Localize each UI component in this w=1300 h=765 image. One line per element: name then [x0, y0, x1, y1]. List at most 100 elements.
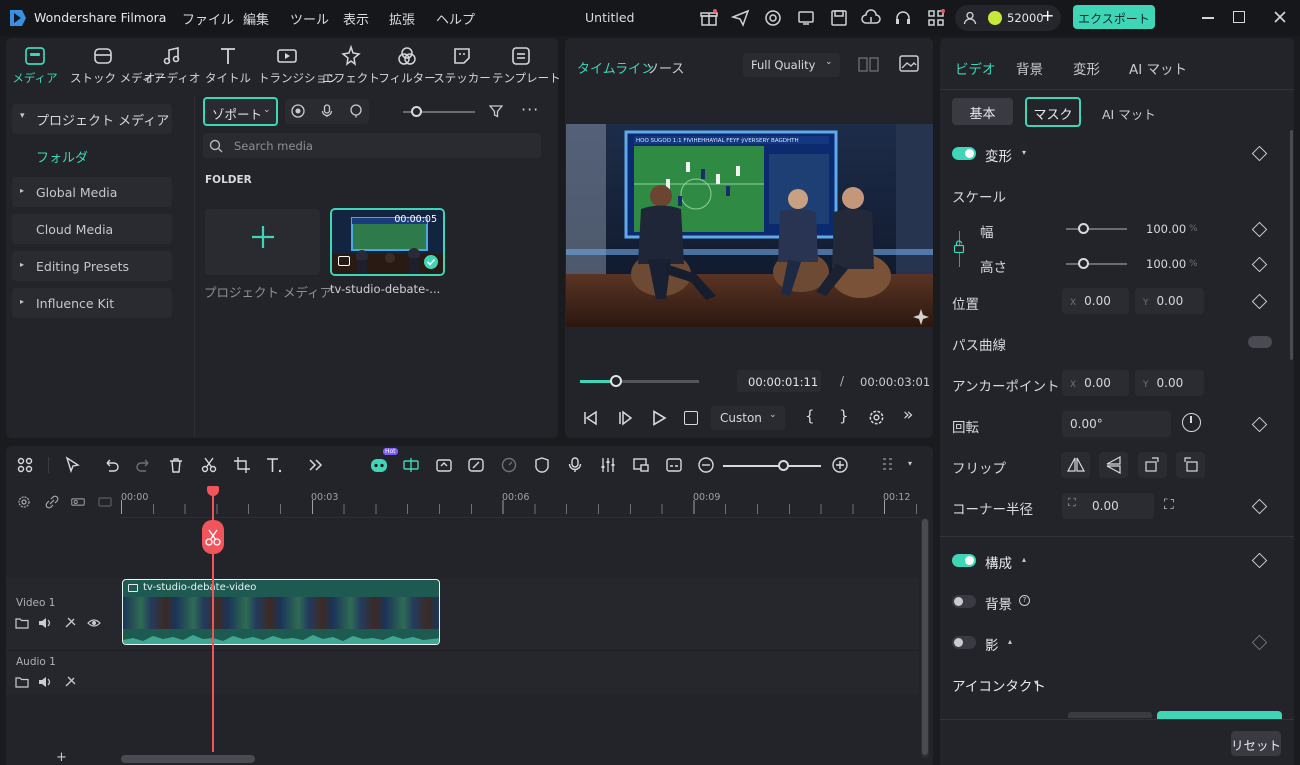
playback-progress-knob[interactable] [609, 375, 622, 387]
tab-transform[interactable]: 変形 [1073, 58, 1100, 78]
lock-track-icon[interactable] [63, 616, 77, 630]
properties-scrollbar[interactable] [1290, 130, 1293, 360]
timeline-vertical-scrollbar[interactable] [921, 518, 929, 758]
audio-mixer-icon[interactable] [599, 456, 617, 474]
folder-icon[interactable] [15, 675, 29, 689]
transform-toggle[interactable] [952, 147, 976, 160]
speed-icon[interactable] [500, 456, 518, 474]
eye-contact-partial-control[interactable] [1068, 712, 1152, 718]
mute-icon[interactable] [38, 616, 52, 630]
apps-grid-icon[interactable] [926, 8, 946, 28]
expand-controls-icon[interactable]: » [903, 405, 913, 425]
thumbnail-size-knob[interactable] [411, 106, 422, 117]
tab-ai-matte[interactable]: AI マット [1129, 58, 1187, 78]
position-y-field[interactable]: Y 0.00 [1135, 288, 1204, 314]
folder-item[interactable]: フォルダ [36, 147, 88, 166]
support-icon[interactable] [763, 8, 783, 28]
text-tool-icon[interactable] [265, 456, 283, 474]
sidebar-item-editing-presets[interactable]: ▸ Editing Presets [12, 251, 172, 281]
menu-file[interactable]: ファイル [182, 9, 234, 28]
eye-contact-collapse-icon[interactable]: ▾ [1034, 678, 1038, 687]
minimize-icon[interactable] [1202, 17, 1214, 19]
rotation-field[interactable]: 0.00° [1062, 411, 1171, 437]
filter-funnel-icon[interactable] [489, 104, 503, 118]
tab-title[interactable]: タイトル [199, 45, 257, 91]
audio-track-lane[interactable] [121, 650, 919, 694]
player-settings-icon[interactable] [867, 408, 886, 427]
zoom-in-icon[interactable] [831, 456, 849, 474]
undo-icon[interactable] [102, 456, 120, 474]
import-dropdown[interactable]: ゾポート ⌄ [203, 97, 278, 126]
ai-copilot-icon[interactable] [370, 456, 388, 474]
compose-toggle[interactable] [952, 554, 976, 567]
transform-collapse-icon[interactable]: ▾ [1022, 148, 1026, 157]
sidebar-item-cloud-media[interactable]: Cloud Media [12, 214, 172, 244]
voiceover-icon[interactable] [349, 104, 363, 118]
rotate-clockwise-icon[interactable] [1138, 452, 1167, 478]
corner-radius-field[interactable]: ⛶ 0.00 [1062, 493, 1154, 519]
split-audio-icon[interactable] [402, 456, 420, 474]
link-icon[interactable] [45, 495, 59, 509]
menu-tools[interactable]: ツール [290, 9, 329, 28]
more-options-icon[interactable]: ··· [521, 100, 539, 119]
subtab-mask[interactable]: マスク [1025, 97, 1081, 127]
media-clip-thumbnail[interactable]: 00:00:05 [330, 208, 445, 276]
auto-reframe-icon[interactable] [435, 456, 453, 474]
tab-media[interactable]: メディア [6, 45, 64, 91]
project-media-item[interactable]: ▾ プロジェクト メディア [12, 104, 172, 134]
crop-icon[interactable] [233, 456, 251, 474]
subtab-basic[interactable]: 基本 [952, 98, 1013, 125]
timeline-layout-dropdown-icon[interactable]: ▾ [908, 459, 912, 468]
account-credits[interactable]: 52000 + [955, 5, 1061, 31]
background-info-icon[interactable]: ? [1019, 595, 1030, 606]
timeline-zoom-slider[interactable] [723, 465, 821, 467]
close-icon[interactable] [1272, 9, 1288, 25]
add-track-icon[interactable] [17, 495, 31, 509]
record-voice-icon[interactable] [566, 456, 584, 474]
tab-source-player[interactable]: ソース [646, 58, 684, 77]
anchor-x-field[interactable]: X 0.00 [1062, 370, 1129, 396]
reset-button[interactable]: リセット [1231, 731, 1281, 756]
headset-icon[interactable] [893, 8, 913, 28]
select-tool-icon[interactable] [64, 456, 82, 474]
lock-track-icon[interactable] [63, 675, 77, 689]
snapshot-icon[interactable] [899, 55, 919, 73]
tab-audio[interactable]: オーディオ [143, 45, 201, 91]
width-value[interactable]: 100.00 [1146, 222, 1186, 236]
tab-transition[interactable]: トランジション [258, 45, 339, 91]
cloud-upload-icon[interactable] [861, 8, 881, 28]
anchor-y-field[interactable]: Y 0.00 [1135, 370, 1204, 396]
compose-collapse-icon[interactable]: ▴ [1022, 555, 1026, 564]
screen-icon[interactable] [796, 8, 816, 28]
rotation-dial-icon[interactable] [1182, 413, 1201, 432]
subtitle-icon[interactable] [665, 456, 683, 474]
tab-template[interactable]: テンプレート [492, 45, 561, 91]
search-box[interactable]: Search media [203, 133, 541, 158]
track-manager-icon[interactable] [71, 495, 89, 509]
menu-view[interactable]: 表示 [343, 9, 369, 28]
send-icon[interactable] [731, 8, 751, 28]
corner-expand-icon[interactable]: ⛶ [1164, 497, 1174, 513]
playhead-split-marker[interactable] [202, 520, 224, 554]
sidebar-item-global-media[interactable]: ▸ Global Media [12, 177, 172, 207]
height-slider-knob[interactable] [1078, 258, 1089, 269]
tab-stock-media[interactable]: ストック メディア [70, 45, 165, 91]
compare-view-icon[interactable] [858, 57, 879, 72]
timeline-layout-icon[interactable] [879, 456, 897, 474]
tab-timeline-player[interactable]: タイムライン [577, 58, 654, 77]
height-slider[interactable] [1066, 263, 1127, 265]
tab-sticker[interactable]: ステッカー [433, 45, 491, 91]
timeline-horizontal-scrollbar[interactable] [121, 755, 255, 763]
timeline-zoom-knob[interactable] [778, 460, 789, 471]
maximize-icon[interactable] [1233, 11, 1245, 23]
video-preview[interactable]: HOO SUGOO 1:1 FIVIHEHHAYIAL FEYF ÿVERSER… [566, 124, 933, 327]
ai-edit-icon[interactable] [467, 456, 485, 474]
eye-contact-partial-button[interactable] [1157, 711, 1282, 719]
previous-frame-icon[interactable] [582, 410, 598, 426]
sidebar-item-influence-kit[interactable]: ▸ Influence Kit [12, 288, 172, 318]
menu-edit[interactable]: 編集 [243, 9, 269, 28]
tab-background[interactable]: 背景 [1016, 58, 1043, 78]
stop-icon[interactable] [684, 411, 698, 425]
height-value[interactable]: 100.00 [1146, 257, 1186, 271]
add-plus-icon[interactable]: + [56, 750, 67, 765]
